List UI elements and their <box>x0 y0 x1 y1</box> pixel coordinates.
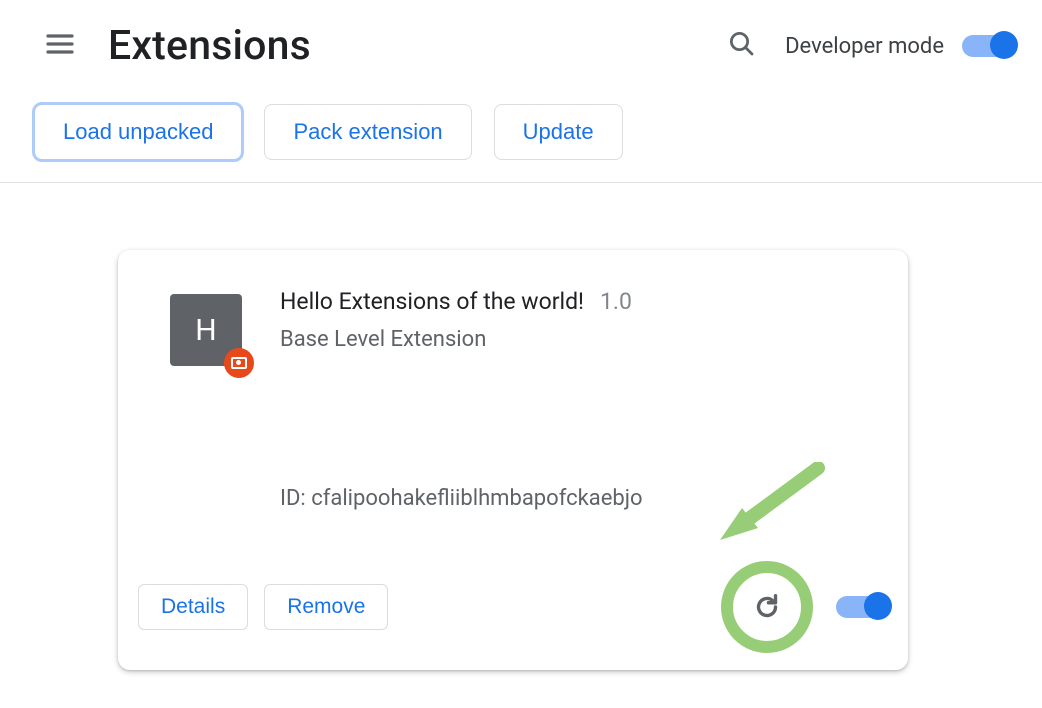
details-button[interactable]: Details <box>138 584 248 630</box>
update-button[interactable]: Update <box>494 104 623 160</box>
extension-card: H Hello Extensions of the world! 1.0 Bas… <box>118 250 908 670</box>
extension-name: Hello Extensions of the world! <box>280 288 584 315</box>
reload-icon <box>750 590 784 624</box>
developer-toolbar: Load unpacked Pack extension Update <box>0 70 1042 183</box>
developer-mode-label: Developer mode <box>785 34 944 59</box>
search-icon[interactable] <box>727 29 757 63</box>
extension-enabled-toggle[interactable] <box>836 596 888 618</box>
load-unpacked-button[interactable]: Load unpacked <box>34 104 242 160</box>
developer-mode-toggle[interactable] <box>962 35 1014 57</box>
extension-id: ID: cfalipoohakefliiblhmbapofckaebjo <box>280 486 876 511</box>
extension-version: 1.0 <box>600 288 632 315</box>
page-title: Extensions <box>108 22 311 70</box>
pack-extension-button[interactable]: Pack extension <box>264 104 471 160</box>
hamburger-menu-icon[interactable] <box>44 28 76 64</box>
reload-extension-button[interactable] <box>749 589 785 625</box>
extension-description: Base Level Extension <box>280 327 632 352</box>
remove-button[interactable]: Remove <box>264 584 388 630</box>
unpacked-badge-icon <box>224 348 254 378</box>
extension-icon: H <box>170 294 242 366</box>
